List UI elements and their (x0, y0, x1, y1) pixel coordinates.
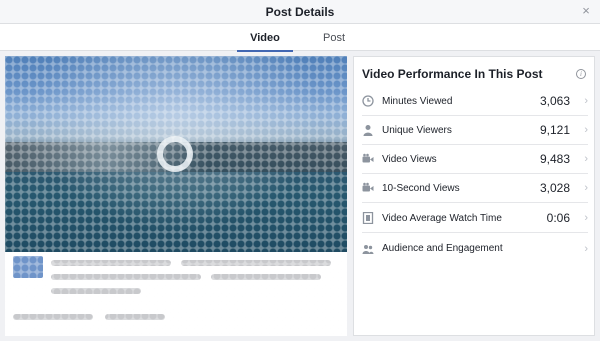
metric-label: Unique Viewers (382, 124, 452, 136)
metric-label: Video Views (382, 153, 437, 165)
chevron-right-icon: › (584, 242, 588, 255)
chevron-right-icon: › (584, 95, 588, 107)
dialog-header: Post Details × (0, 0, 600, 24)
metric-row-average-watch-time[interactable]: Video Average Watch Time 0:06 › (362, 204, 588, 233)
chevron-right-icon: › (584, 124, 588, 136)
blurred-text-line (181, 260, 331, 266)
blurred-text-line (13, 314, 93, 320)
metric-value: 9,483 (539, 152, 570, 166)
chevron-right-icon: › (584, 182, 588, 194)
video-performance-panel: Video Performance In This Post i Minutes… (353, 56, 595, 336)
metric-row-unique-viewers[interactable]: Unique Viewers 9,121 › (362, 116, 588, 145)
metric-row-minutes-viewed[interactable]: Minutes Viewed 3,063 › (362, 87, 588, 116)
metric-label: Audience and Engagement (382, 243, 503, 254)
metric-label: Video Average Watch Time (382, 212, 502, 224)
video-ring-mark (157, 136, 193, 172)
metric-row-video-views[interactable]: Video Views 9,483 › (362, 145, 588, 174)
blurred-text-line (211, 274, 321, 280)
metric-label: Minutes Viewed (382, 95, 453, 107)
video-camera-icon (362, 182, 374, 194)
metric-value: 0:06 (546, 211, 570, 225)
chevron-right-icon: › (584, 212, 588, 224)
page-avatar (13, 256, 43, 278)
post-preview (5, 56, 347, 336)
metric-row-10-second-views[interactable]: 10-Second Views 3,028 › (362, 174, 588, 203)
post-details-dialog: Post Details × Video Post Video Performa… (0, 0, 600, 341)
info-icon[interactable]: i (576, 69, 586, 79)
clock-icon (362, 95, 374, 107)
metric-value: 3,063 (539, 94, 570, 108)
metric-value: 9,121 (539, 123, 570, 137)
blurred-text-line (51, 260, 171, 266)
metric-value: 3,028 (539, 181, 570, 195)
close-icon[interactable]: × (579, 4, 593, 18)
video-camera-icon (362, 153, 374, 165)
tab-bar: Video Post (0, 24, 600, 52)
metric-label: 10-Second Views (382, 182, 460, 194)
metric-row-audience-engagement[interactable]: Audience and Engagement › (362, 234, 588, 263)
film-icon (362, 212, 374, 224)
tab-post[interactable]: Post (311, 24, 357, 51)
video-thumbnail[interactable] (5, 56, 347, 252)
tab-video[interactable]: Video (237, 24, 293, 52)
blurred-text-line (51, 288, 141, 294)
blurred-text-line (105, 314, 165, 320)
blurred-text-line (51, 274, 201, 280)
panel-title: Video Performance In This Post (362, 67, 543, 81)
people-icon (362, 243, 374, 255)
dialog-title: Post Details (265, 4, 335, 19)
chevron-right-icon: › (584, 153, 588, 165)
person-icon (362, 124, 374, 136)
